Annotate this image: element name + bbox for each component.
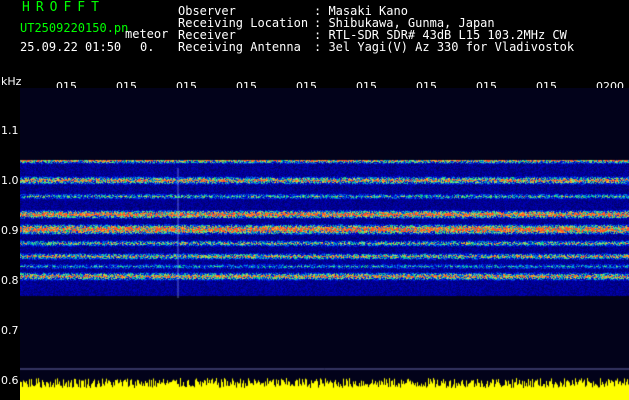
antenna-value: : 3el Yagi(V) Az 330 for Vladivostok	[314, 40, 575, 54]
y-tick-label: 1.0	[1, 174, 19, 187]
y-tick-label: 0.9	[1, 224, 19, 237]
spectrogram-canvas	[20, 88, 629, 400]
brand-title: HROFFT	[22, 0, 105, 15]
y-tick-label: 0.7	[1, 324, 19, 337]
spectrogram-plot	[20, 88, 629, 400]
y-axis-unit: kHz	[1, 75, 22, 88]
antenna-label: Receiving Antenna	[178, 40, 301, 54]
mode-label: meteor	[125, 27, 169, 41]
y-tick-label: 1.1	[1, 124, 19, 137]
count-label: 0.	[140, 40, 155, 54]
hrofft-spectrogram-window: HROFFT UT2509220150.pn meteor 25.09.22 0…	[0, 0, 629, 400]
y-tick-label: 0.6	[1, 374, 19, 387]
datetime-label: 25.09.22 01:50	[20, 40, 122, 54]
y-tick-label: 0.8	[1, 274, 19, 287]
file-name: UT2509220150.pn	[20, 21, 129, 35]
